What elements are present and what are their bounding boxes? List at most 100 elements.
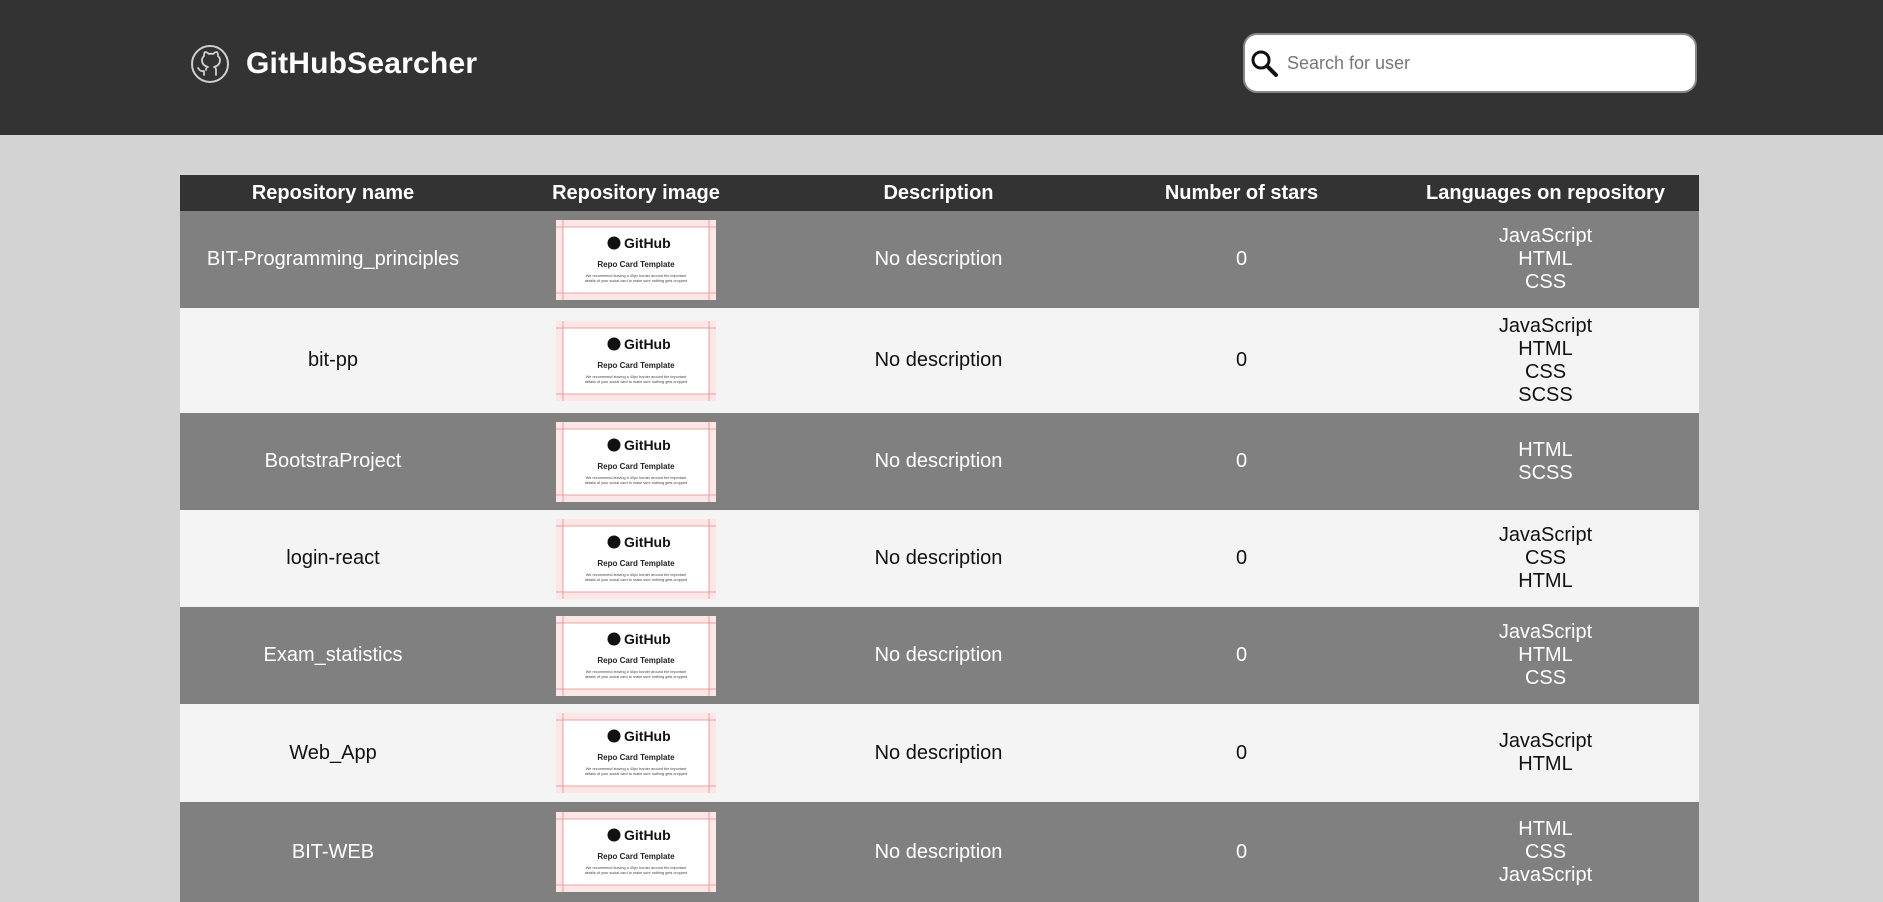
table-row[interactable]: login-react GitHub Repo Card Template We… (180, 510, 1699, 607)
repo-image-cell: GitHub Repo Card Template We recommend l… (486, 413, 786, 510)
repo-name[interactable]: BIT-Programming_principles (180, 211, 486, 308)
repo-stars: 0 (1091, 308, 1392, 413)
repo-image-cell: GitHub Repo Card Template We recommend l… (486, 308, 786, 413)
repo-image-cell: GitHub Repo Card Template We recommend l… (486, 607, 786, 704)
table-row[interactable]: BIT-Programming_principles GitHub Repo C… (180, 211, 1699, 308)
repositories-table: Repository name Repository image Descrip… (180, 175, 1699, 902)
repo-card-image: GitHub Repo Card Template We recommend l… (556, 421, 716, 502)
table-body: BIT-Programming_principles GitHub Repo C… (180, 211, 1699, 902)
repo-image-cell: GitHub Repo Card Template We recommend l… (486, 704, 786, 802)
thumbnail-note: details of your social card to make sure… (585, 871, 687, 875)
repo-stars: 0 (1091, 607, 1392, 704)
thumbnail-brand: GitHub (624, 336, 671, 352)
repo-card-image: GitHub Repo Card Template We recommend l… (556, 615, 716, 696)
language-item: CSS (1524, 271, 1567, 293)
repo-card-image: GitHub Repo Card Template We recommend l… (556, 518, 716, 599)
thumbnail-brand: GitHub (624, 534, 671, 550)
brand[interactable]: GitHubSearcher (190, 44, 477, 84)
thumbnail-title: Repo Card Template (597, 559, 675, 568)
thumbnail-brand: GitHub (624, 728, 671, 744)
language-list: JavaScript CSS HTML (1392, 524, 1699, 593)
repo-name[interactable]: bit-pp (180, 308, 486, 413)
language-list: JavaScript HTML CSS (1392, 225, 1699, 294)
thumbnail-note: We recommend leaving a 40px border aroun… (586, 274, 687, 278)
thumbnail-brand: GitHub (624, 235, 671, 251)
thumbnail-note: details of your social card to make sure… (585, 675, 687, 679)
language-item: JavaScript (1498, 730, 1593, 752)
repo-card-image: GitHub Repo Card Template We recommend l… (556, 219, 716, 300)
language-item: JavaScript (1498, 621, 1593, 643)
thumbnail-brand: GitHub (624, 827, 671, 843)
table-row[interactable]: BootstraProject GitHub Repo Card Templat… (180, 413, 1699, 510)
thumbnail-note: details of your social card to make sure… (585, 380, 687, 384)
thumbnail-note: We recommend leaving a 40px border aroun… (586, 670, 687, 674)
repo-stars: 0 (1091, 510, 1392, 607)
thumbnail-note: details of your social card to make sure… (585, 279, 687, 283)
search-input[interactable] (1285, 42, 1669, 84)
repo-description: No description (786, 510, 1091, 607)
repo-languages: JavaScript HTML CSS (1392, 211, 1699, 308)
repo-description: No description (786, 413, 1091, 510)
repo-description: No description (786, 704, 1091, 802)
repo-image-cell: GitHub Repo Card Template We recommend l… (486, 802, 786, 902)
thumbnail-title: Repo Card Template (597, 656, 675, 665)
repo-image-cell: GitHub Repo Card Template We recommend l… (486, 211, 786, 308)
language-list: JavaScript HTML (1392, 730, 1699, 776)
repo-name[interactable]: Exam_statistics (180, 607, 486, 704)
language-list: HTML SCSS (1392, 439, 1699, 485)
thumbnail-title: Repo Card Template (597, 462, 675, 471)
column-header-number-of-stars: Number of stars (1091, 175, 1392, 211)
repo-stars: 0 (1091, 413, 1392, 510)
repo-card-image: GitHub Repo Card Template We recommend l… (556, 713, 716, 793)
search-icon (1251, 50, 1278, 77)
repo-card-image: GitHub Repo Card Template We recommend l… (556, 812, 716, 892)
language-list: JavaScript HTML CSS (1392, 621, 1699, 690)
language-list: HTML CSS JavaScript (1392, 818, 1699, 887)
repo-languages: JavaScript HTML (1392, 704, 1699, 802)
github-octocat-icon (191, 45, 229, 83)
repo-description: No description (786, 308, 1091, 413)
repo-name[interactable]: BootstraProject (180, 413, 486, 510)
thumbnail-title: Repo Card Template (597, 260, 675, 269)
repo-languages: JavaScript CSS HTML (1392, 510, 1699, 607)
app-header: GitHubSearcher (0, 0, 1883, 135)
thumbnail-note: We recommend leaving a 40px border aroun… (586, 476, 687, 480)
language-item: CSS (1524, 667, 1567, 689)
repo-name[interactable]: Web_App (180, 704, 486, 802)
language-item: HTML (1518, 644, 1573, 666)
thumbnail-title: Repo Card Template (597, 753, 675, 762)
repo-name[interactable]: BIT-WEB (180, 802, 486, 902)
thumbnail-note: We recommend leaving a 40px border aroun… (586, 767, 687, 771)
language-list: JavaScript HTML CSS SCSS (1392, 315, 1699, 407)
repo-description: No description (786, 607, 1091, 704)
thumbnail-note: details of your social card to make sure… (585, 481, 687, 485)
repo-stars: 0 (1091, 211, 1392, 308)
column-header-description: Description (786, 175, 1091, 211)
thumbnail-note: We recommend leaving a 40px border aroun… (586, 375, 687, 379)
language-item: HTML (1518, 337, 1573, 360)
thumbnail-title: Repo Card Template (597, 852, 675, 861)
thumbnail-note: details of your social card to make sure… (585, 772, 687, 776)
thumbnail-title: Repo Card Template (597, 361, 675, 370)
repo-languages: JavaScript HTML CSS SCSS (1392, 308, 1699, 413)
language-item: CSS (1524, 360, 1567, 383)
table-row[interactable]: bit-pp GitHub Repo Card Template We reco… (180, 308, 1699, 413)
table-row[interactable]: BIT-WEB GitHub Repo Card Template We rec… (180, 802, 1699, 902)
table-row[interactable]: Exam_statistics GitHub Repo Card Templat… (180, 607, 1699, 704)
repo-languages: HTML CSS JavaScript (1392, 802, 1699, 902)
language-item: CSS (1524, 840, 1567, 863)
language-item: JavaScript (1498, 225, 1593, 247)
repo-description: No description (786, 211, 1091, 308)
repo-languages: HTML SCSS (1392, 413, 1699, 510)
repo-description: No description (786, 802, 1091, 902)
column-header-languages: Languages on repository (1392, 175, 1699, 211)
language-item: HTML (1518, 817, 1573, 840)
column-header-repository-image: Repository image (486, 175, 786, 211)
language-item: SCSS (1518, 383, 1573, 406)
thumbnail-brand: GitHub (624, 631, 671, 647)
search-box[interactable] (1243, 33, 1697, 93)
repo-name[interactable]: login-react (180, 510, 486, 607)
repo-image-cell: GitHub Repo Card Template We recommend l… (486, 510, 786, 607)
app-title: GitHubSearcher (246, 47, 478, 80)
table-row[interactable]: Web_App GitHub Repo Card Template We rec… (180, 704, 1699, 802)
